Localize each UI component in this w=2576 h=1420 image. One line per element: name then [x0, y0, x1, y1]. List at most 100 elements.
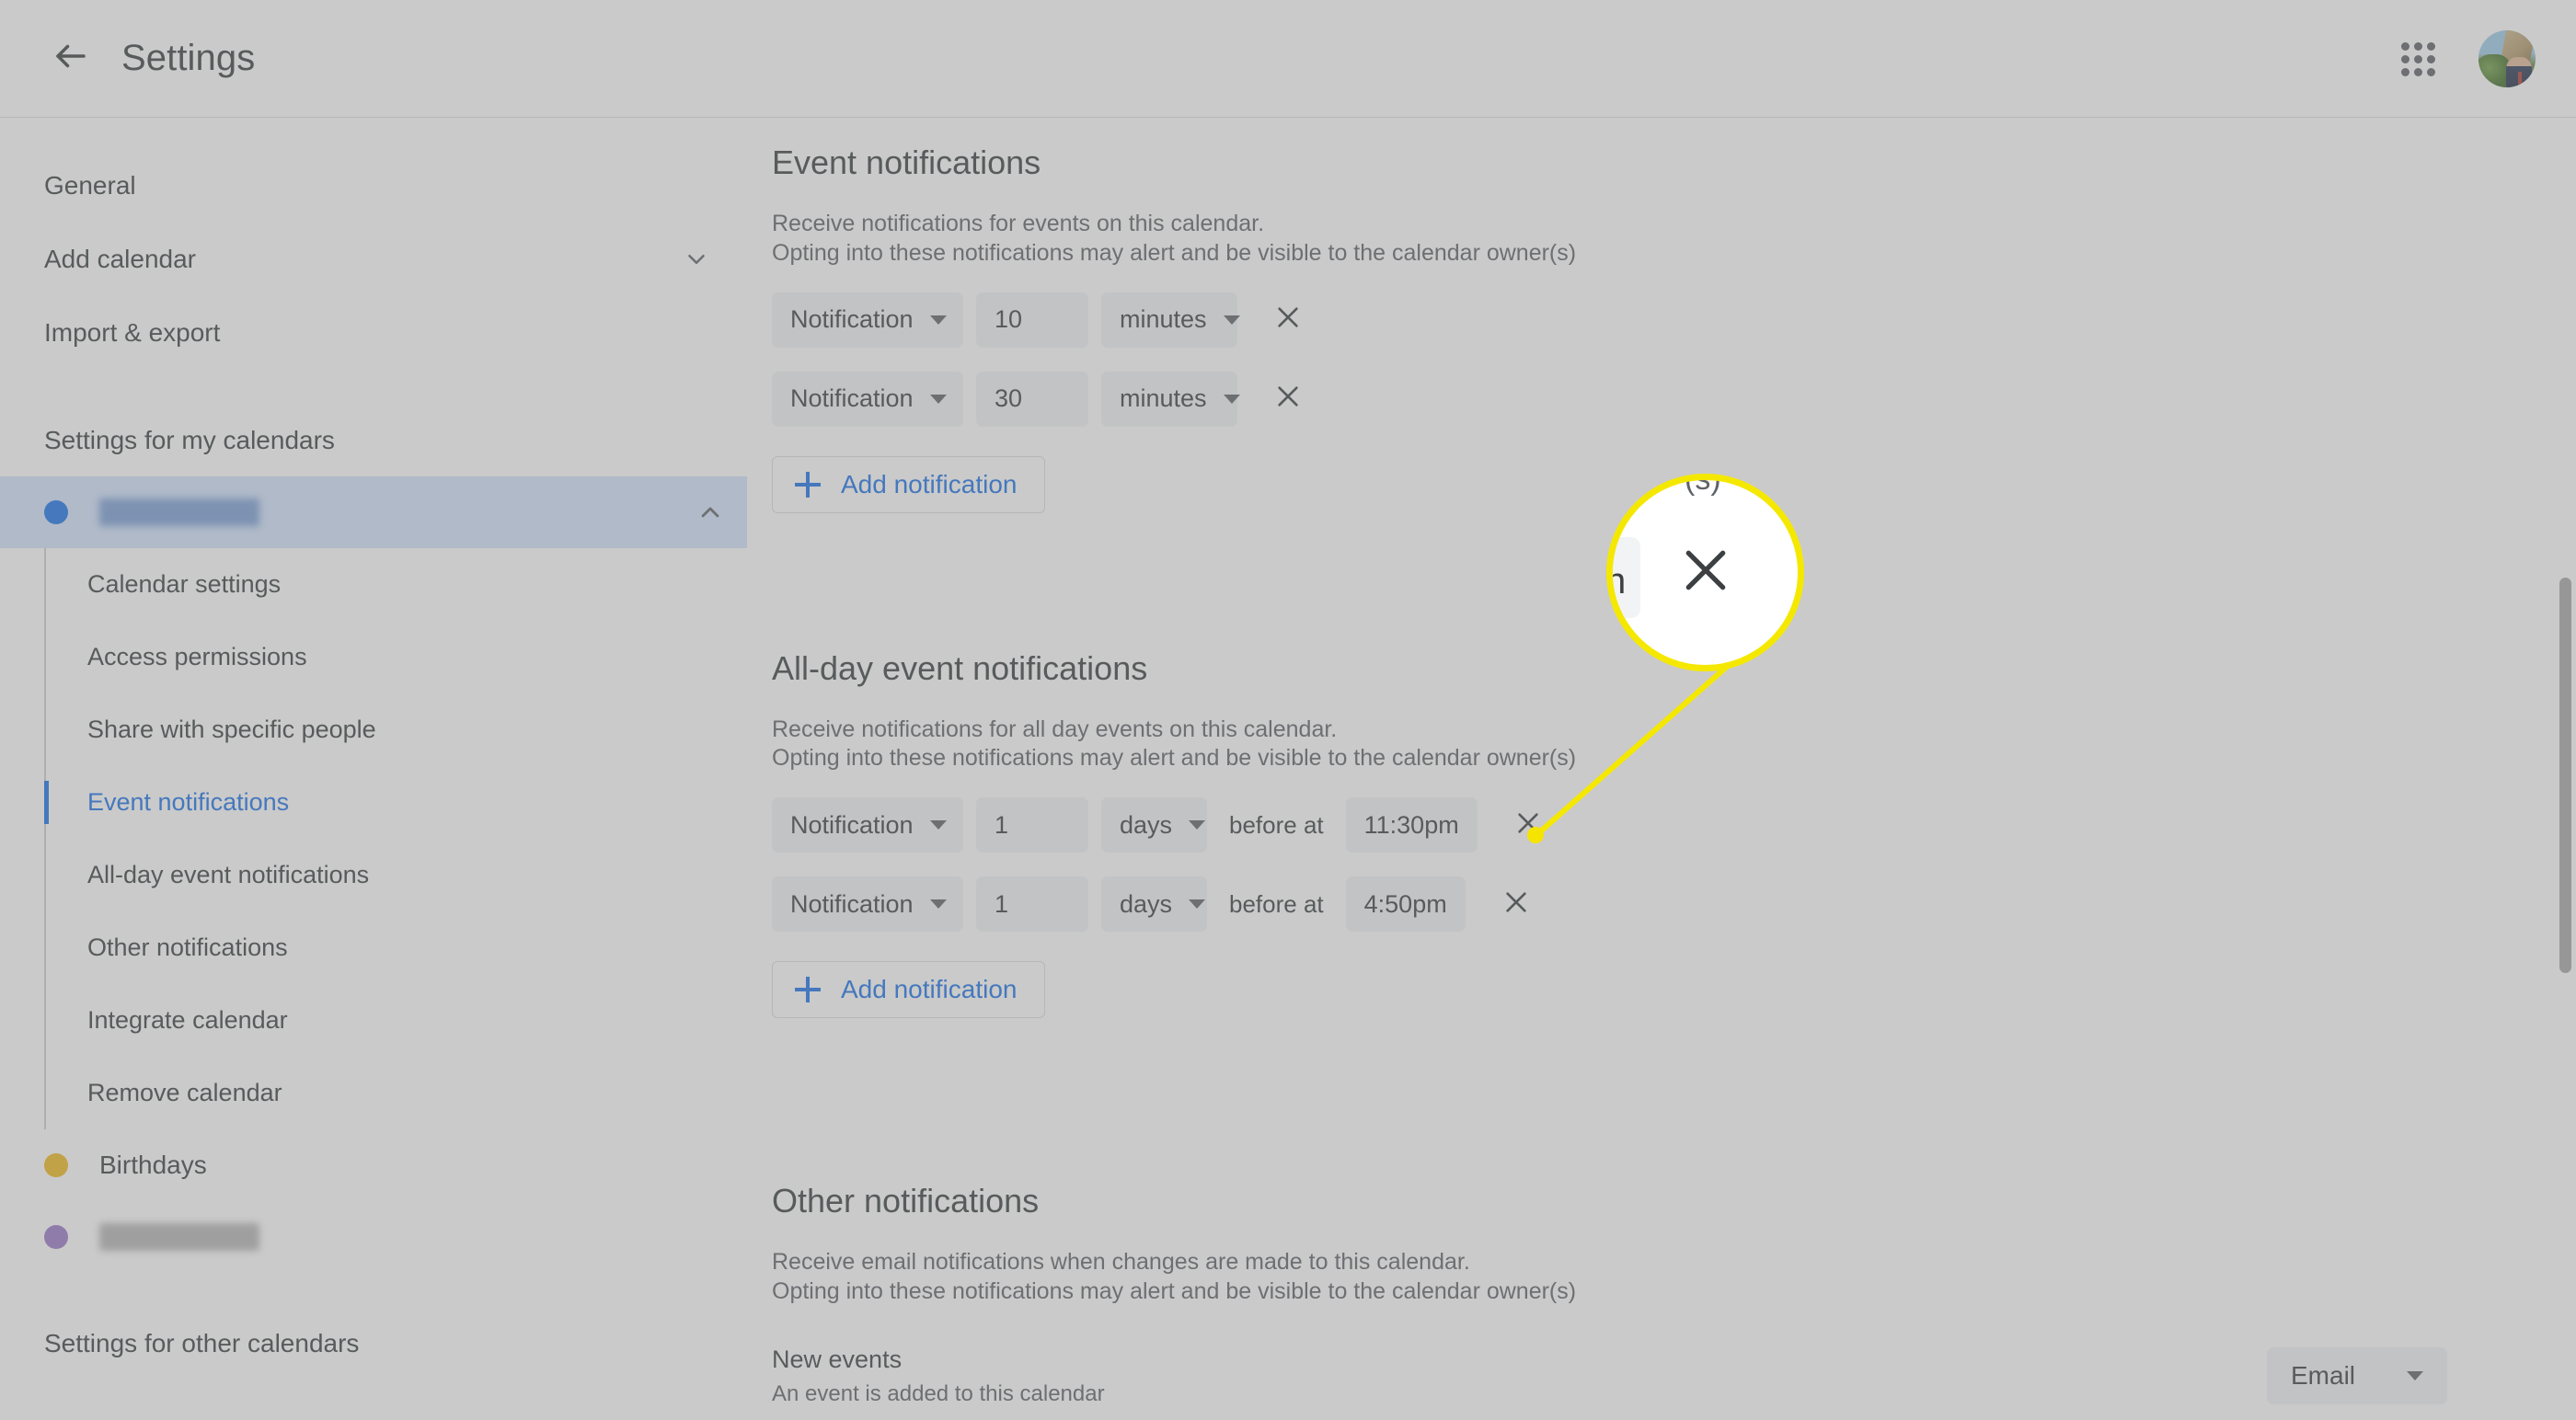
back-button[interactable]	[40, 29, 101, 89]
notification-unit-label: days	[1120, 889, 1173, 918]
close-icon	[1501, 888, 1531, 922]
sidebar-item-all-day-event-notifications[interactable]: All-day event notifications	[44, 839, 747, 911]
sidebar-item-calendar-settings[interactable]: Calendar settings	[44, 548, 747, 621]
calendar-name-redacted	[99, 1223, 259, 1251]
app-header: Settings	[0, 0, 2576, 118]
sidebar-item-add-calendar[interactable]: Add calendar	[0, 223, 747, 296]
sidebar-item-general[interactable]: General	[0, 149, 747, 223]
vertical-scrollbar[interactable]	[2554, 118, 2576, 1420]
other-notification-subtitle: An event is added to this calendar	[772, 1380, 1105, 1406]
caret-down-icon	[929, 394, 947, 404]
other-notification-labels: New events An event is added to this cal…	[772, 1346, 2267, 1407]
sidebar-item-label: Share with specific people	[87, 716, 376, 743]
notification-type-label: Notification	[790, 810, 914, 839]
caret-down-icon	[929, 899, 947, 909]
remove-notification-button[interactable]	[1489, 877, 1543, 931]
notification-row: Notification 30 minutes	[772, 371, 2576, 427]
sidebar-sub-nav: Calendar settings Access permissions Sha…	[0, 548, 747, 1129]
sidebar-item-event-notifications[interactable]: Event notifications	[44, 766, 747, 839]
sidebar-section-my-calendars: Settings for my calendars	[44, 426, 335, 454]
notification-unit-select[interactable]: days	[1101, 876, 1207, 932]
notification-value-input[interactable]: 1	[976, 797, 1088, 853]
arrow-left-icon	[52, 37, 90, 80]
add-notification-button[interactable]: Add notification	[772, 961, 1046, 1018]
remove-notification-button[interactable]	[1261, 372, 1315, 426]
apps-grid-icon[interactable]	[2385, 26, 2451, 92]
sidebar-item-remove-calendar[interactable]: Remove calendar	[44, 1057, 747, 1129]
notification-type-select[interactable]: Notification	[772, 797, 963, 853]
description-line-2: Opting into these notifications may aler…	[772, 239, 1577, 266]
scrollbar-thumb[interactable]	[2559, 578, 2571, 973]
section-title: Other notifications	[772, 1182, 1040, 1220]
description-line-1: Receive notifications for events on this…	[772, 211, 1265, 236]
notification-row: Notification 1 days before at 11:30pm	[772, 797, 2576, 853]
notification-time-input[interactable]: 4:50pm	[1345, 876, 1466, 932]
chevron-down-icon	[683, 246, 710, 273]
calendar-color-dot	[44, 500, 68, 524]
notification-value-input[interactable]: 30	[976, 371, 1088, 427]
description-line-1: Receive notifications for all day events…	[772, 716, 1338, 742]
chevron-up-icon[interactable]	[696, 498, 725, 527]
calendar-color-dot	[44, 1225, 68, 1249]
calendar-name-redacted	[99, 498, 259, 526]
sidebar-item-other-notifications[interactable]: Other notifications	[44, 911, 747, 984]
sidebar-calendar-selected[interactable]	[0, 476, 747, 548]
before-at-label: before at	[1229, 889, 1324, 918]
remove-notification-button[interactable]	[1261, 293, 1315, 347]
sidebar-item-label: General	[44, 171, 136, 200]
sidebar-item-label: Event notifications	[87, 788, 290, 816]
sidebar-item-label: Remove calendar	[87, 1079, 282, 1106]
notification-value: 30	[995, 384, 1023, 412]
settings-content: Event notifications Receive notification…	[747, 118, 2576, 1420]
notification-value-input[interactable]: 1	[976, 876, 1088, 932]
sidebar-item-label: Import & export	[44, 318, 221, 347]
magnified-letter-fragment: n	[1606, 561, 1627, 601]
calendar-color-dot	[44, 1153, 68, 1177]
close-icon	[1273, 382, 1303, 416]
sidebar-item-label: Integrate calendar	[87, 1006, 288, 1034]
magnifier-callout: (s) n	[1606, 474, 1804, 671]
notification-type-select[interactable]: Notification	[772, 371, 963, 427]
notification-value: 10	[995, 305, 1023, 333]
notification-value-input[interactable]: 10	[976, 292, 1088, 348]
sidebar-item-share-with-specific-people[interactable]: Share with specific people	[44, 693, 747, 766]
section-all-day-event-notifications: All-day event notifications Receive noti…	[747, 649, 2576, 1018]
sidebar-item-label: Calendar settings	[87, 570, 282, 598]
section-description: Receive notifications for all day events…	[772, 716, 2576, 774]
notification-unit-select[interactable]: days	[1101, 797, 1207, 853]
other-notification-title: New events	[772, 1345, 903, 1373]
notification-type-label: Notification	[790, 889, 914, 918]
caret-down-icon	[929, 315, 947, 325]
notification-type-label: Notification	[790, 384, 914, 412]
notification-unit-select[interactable]: minutes	[1101, 292, 1240, 348]
sidebar-calendar-birthdays[interactable]: Birthdays	[0, 1129, 747, 1201]
sidebar-calendar-redacted[interactable]	[0, 1201, 747, 1273]
channel-label: Email	[2291, 1361, 2356, 1390]
sidebar-item-integrate-calendar[interactable]: Integrate calendar	[44, 984, 747, 1057]
avatar[interactable]	[2478, 29, 2536, 87]
caret-down-icon	[929, 820, 947, 830]
notification-unit-label: minutes	[1120, 305, 1207, 333]
other-notification-channel-select[interactable]: Email	[2267, 1347, 2447, 1404]
header-actions	[2385, 26, 2536, 92]
section-other-notifications: Other notifications Receive email notifi…	[747, 1182, 2576, 1420]
notification-unit-select[interactable]: minutes	[1101, 371, 1240, 427]
notification-time-input[interactable]: 11:30pm	[1345, 797, 1478, 853]
remove-notification-button[interactable]	[1501, 798, 1555, 852]
caret-down-icon	[1189, 899, 1206, 909]
close-icon	[1676, 541, 1735, 604]
sidebar-item-import-export[interactable]: Import & export	[0, 296, 747, 370]
notification-time: 4:50pm	[1363, 889, 1447, 918]
notification-type-select[interactable]: Notification	[772, 292, 963, 348]
sidebar-item-access-permissions[interactable]: Access permissions	[44, 621, 747, 693]
callout-anchor-dot	[1527, 827, 1544, 843]
notification-type-select[interactable]: Notification	[772, 876, 963, 932]
add-notification-button[interactable]: Add notification	[772, 455, 1046, 513]
close-icon	[1273, 303, 1303, 337]
sidebar-item-label: Access permissions	[87, 643, 307, 670]
notification-row: Notification 10 minutes	[772, 292, 2576, 348]
add-notification-label: Add notification	[841, 975, 1018, 1003]
app-root: Settings General Add calendar Import & e…	[0, 0, 2576, 1420]
plus-icon	[795, 977, 821, 1002]
